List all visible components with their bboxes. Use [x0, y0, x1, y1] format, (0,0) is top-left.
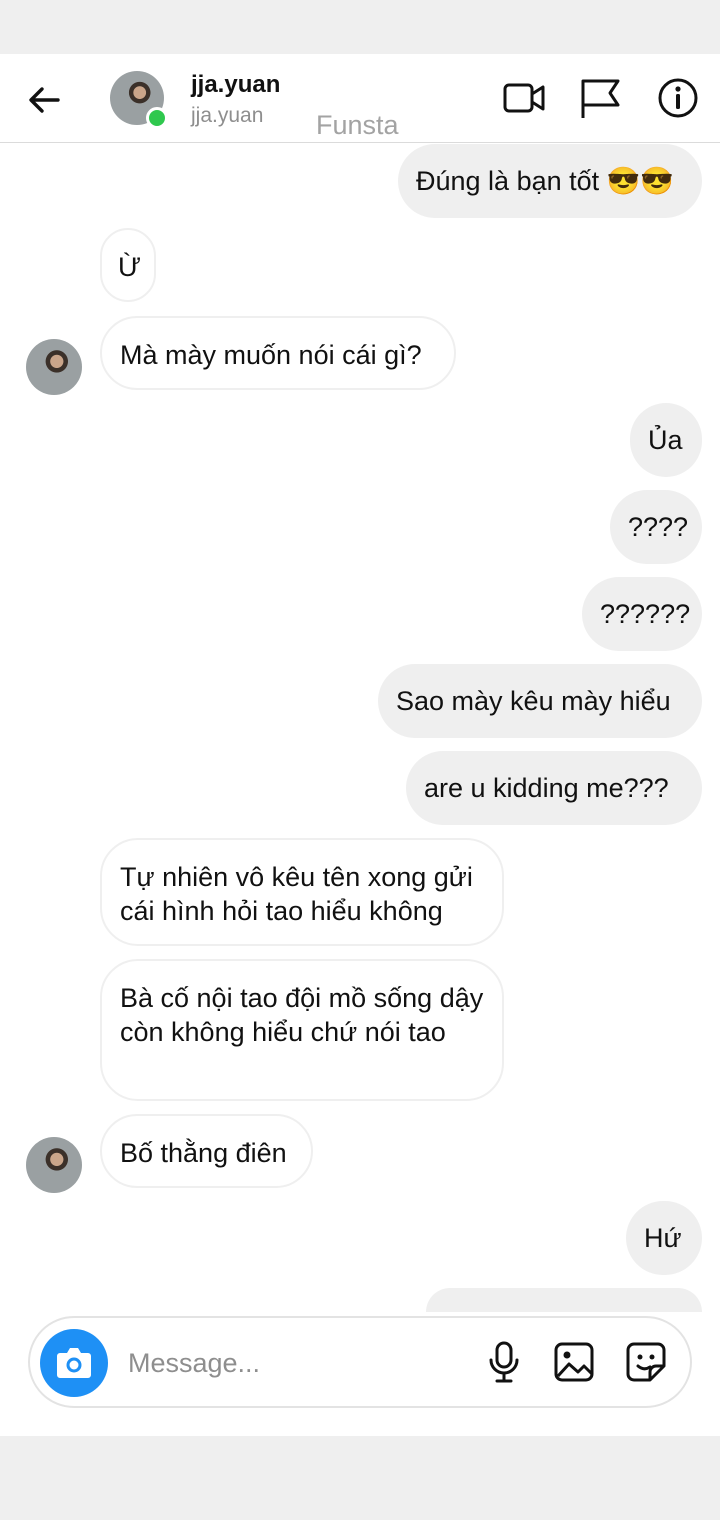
contact-username[interactable]: jja.yuan — [191, 71, 280, 99]
info-button[interactable] — [656, 76, 700, 120]
video-call-button[interactable] — [502, 76, 546, 120]
flag-icon — [581, 79, 620, 118]
online-status-dot — [146, 107, 168, 129]
message-partial — [426, 1288, 702, 1312]
message-composer — [28, 1316, 692, 1408]
contact-subname: jja.yuan — [191, 104, 264, 127]
message-input[interactable] — [126, 1340, 450, 1386]
message-outgoing[interactable]: Hứ — [626, 1201, 702, 1275]
message-incoming[interactable]: Ừ — [100, 228, 156, 302]
message-outgoing[interactable]: are u kidding me??? — [406, 751, 702, 825]
sender-avatar[interactable] — [26, 339, 82, 395]
voice-message-button[interactable] — [482, 1340, 526, 1384]
gallery-button[interactable] — [552, 1340, 596, 1384]
sticker-icon — [626, 1342, 666, 1382]
video-call-icon — [503, 83, 545, 113]
message-incoming[interactable]: Bà cố nội tao đội mồ sống dậy còn không … — [100, 959, 504, 1101]
message-outgoing[interactable]: Sao mày kêu mày hiểu — [378, 664, 702, 738]
microphone-icon — [489, 1341, 519, 1383]
funsta-label: Funsta — [316, 110, 399, 140]
message-outgoing[interactable]: ?????? — [582, 577, 702, 651]
camera-button[interactable] — [40, 1329, 108, 1397]
chat-header: jja.yuan jja.yuan Funsta — [0, 54, 720, 143]
back-button[interactable] — [24, 80, 64, 120]
chat-screen: jja.yuan jja.yuan Funsta Đúng là bạn tốt… — [0, 54, 720, 1436]
sticker-button[interactable] — [624, 1340, 668, 1384]
contact-avatar[interactable] — [110, 71, 168, 129]
message-incoming[interactable]: Bố thằng điên — [100, 1114, 313, 1188]
message-incoming[interactable]: Mà mày muốn nói cái gì? — [100, 316, 456, 390]
report-button[interactable] — [578, 76, 622, 120]
message-outgoing[interactable]: Đúng là bạn tốt 😎😎 — [398, 144, 702, 218]
back-arrow-icon — [29, 87, 60, 113]
message-incoming[interactable]: Tự nhiên vô kêu tên xong gửi cái hình hỏ… — [100, 838, 504, 946]
message-outgoing[interactable]: ???? — [610, 490, 702, 564]
sender-avatar[interactable] — [26, 1137, 82, 1193]
gallery-icon — [554, 1342, 594, 1382]
message-outgoing[interactable]: Ủa — [630, 403, 702, 477]
info-icon — [658, 78, 698, 118]
camera-icon — [57, 1348, 91, 1378]
